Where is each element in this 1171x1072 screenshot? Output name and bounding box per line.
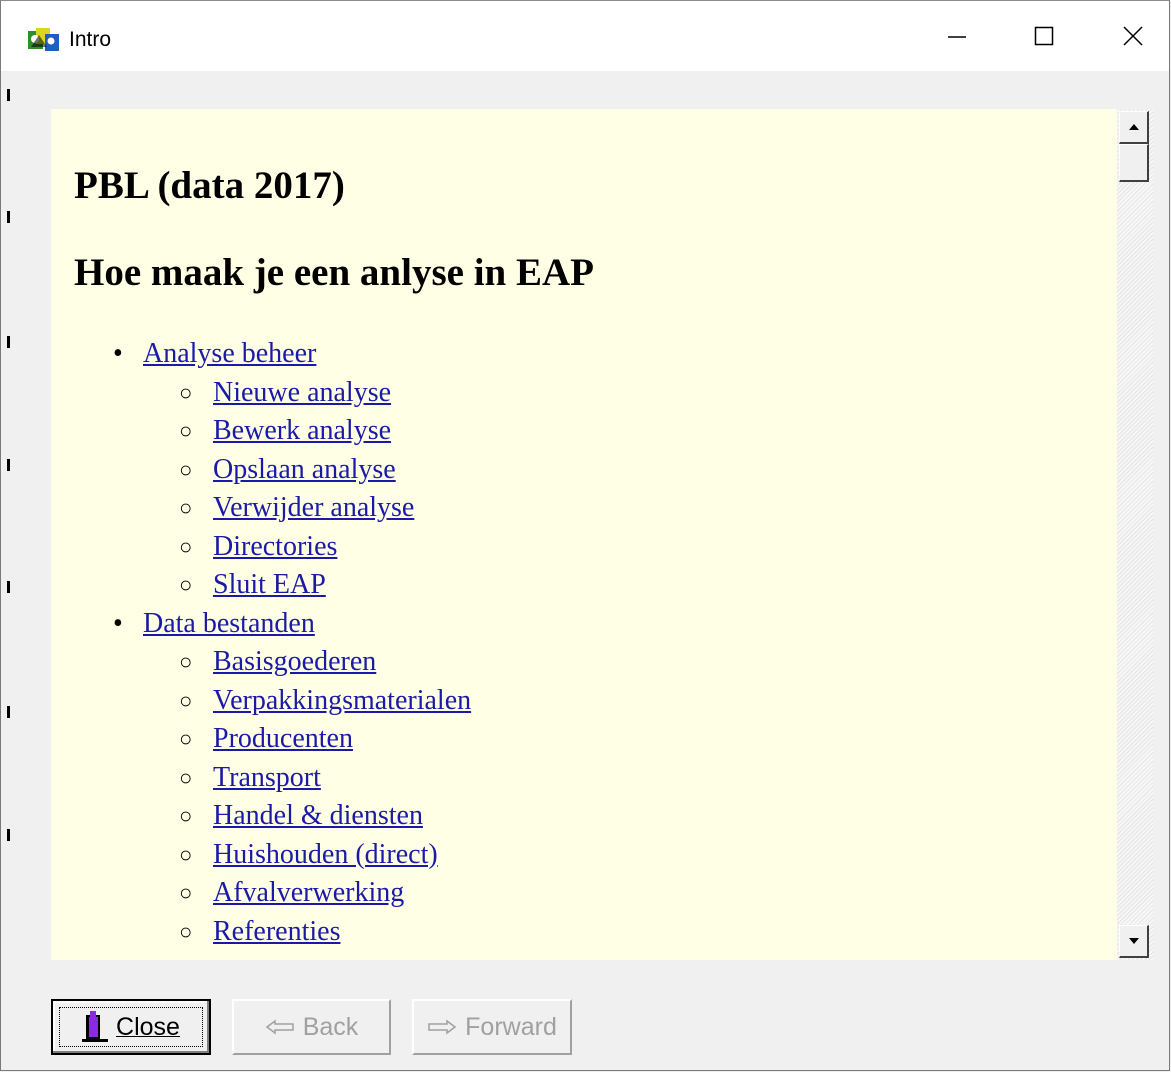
left-edge-markers bbox=[1, 71, 13, 1071]
bullet-circle-icon: ○ bbox=[179, 533, 193, 559]
minimize-icon bbox=[948, 36, 966, 38]
arrow-left-icon bbox=[265, 1019, 294, 1035]
toc-item: ○ Nieuwe analyse bbox=[51, 374, 471, 413]
bullet-circle-icon: ○ bbox=[179, 764, 193, 790]
toc-link[interactable]: Sluit EAP bbox=[213, 569, 326, 600]
toc-link[interactable]: Producenten bbox=[213, 723, 353, 754]
toc-link[interactable]: Referenties bbox=[213, 916, 341, 947]
bullet-circle-icon: ○ bbox=[179, 418, 193, 443]
close-icon bbox=[1123, 26, 1143, 46]
window-title: Intro bbox=[69, 28, 112, 51]
toc-item: ○ Afvalverwerking bbox=[51, 874, 471, 913]
toc-item: ○ Opslaan analyse bbox=[51, 451, 471, 490]
arrow-up-icon bbox=[1128, 124, 1139, 130]
toc-link[interactable]: Nieuwe analyse bbox=[213, 377, 391, 408]
focus-rectangle bbox=[59, 1007, 203, 1047]
maximize-button[interactable] bbox=[1014, 11, 1074, 61]
toc-link[interactable]: Bewerk analyse bbox=[213, 415, 391, 446]
arrow-right-icon bbox=[428, 1019, 457, 1035]
toc-item: ○ Verwijder analyse bbox=[51, 489, 471, 528]
toc-item: ○ Transport bbox=[51, 759, 471, 798]
toc-link[interactable]: Opslaan analyse bbox=[213, 454, 396, 485]
scroll-thumb[interactable] bbox=[1119, 144, 1149, 182]
forward-button[interactable]: Forward bbox=[412, 999, 572, 1055]
toc-item: ○ Producenten bbox=[51, 720, 471, 759]
toc-item: ○ Verpakkingsmaterialen bbox=[51, 682, 471, 721]
table-of-contents: • Analyse beheer ○ Nieuwe analyse ○ Bewerk an… bbox=[51, 335, 471, 951]
back-button-label: Back bbox=[302, 1012, 359, 1041]
bullet-disc-icon: • bbox=[113, 607, 123, 639]
toc-item: ○ Huishouden (direct) bbox=[51, 836, 471, 875]
toc-link[interactable]: Transport bbox=[213, 762, 321, 793]
app-icon bbox=[28, 28, 59, 51]
bullet-circle-icon: ○ bbox=[179, 803, 193, 828]
close-window-button[interactable] bbox=[1103, 11, 1163, 61]
toc-item: • Analyse beheer bbox=[51, 335, 471, 374]
toc-link[interactable]: Analyse beheer bbox=[143, 338, 316, 369]
toc-link[interactable]: Verwijder analyse bbox=[213, 492, 414, 523]
title-bar[interactable]: Intro bbox=[1, 1, 1169, 71]
toc-item: ○ Bewerk analyse bbox=[51, 412, 471, 451]
bullet-circle-icon: ○ bbox=[179, 379, 193, 405]
toc-item: ○ Referenties bbox=[51, 913, 471, 952]
bullet-circle-icon: ○ bbox=[179, 456, 193, 482]
toc-item: ○ Directories bbox=[51, 528, 471, 567]
intro-window: Intro PBL (data 2017) Hoe maak je een an… bbox=[0, 0, 1170, 1071]
toc-link[interactable]: Huishouden (direct) bbox=[213, 839, 438, 870]
toc-link[interactable]: Verpakkingsmaterialen bbox=[213, 685, 471, 716]
toc-link[interactable]: Afvalverwerking bbox=[213, 877, 404, 908]
bullet-circle-icon: ○ bbox=[179, 726, 193, 751]
toc-link[interactable]: Handel & diensten bbox=[213, 800, 423, 831]
back-button[interactable]: Back bbox=[232, 999, 391, 1055]
scroll-up-button[interactable] bbox=[1119, 111, 1149, 144]
page-title: PBL (data 2017) bbox=[74, 164, 345, 207]
arrow-down-icon bbox=[1128, 938, 1139, 944]
bullet-circle-icon: ○ bbox=[179, 687, 193, 713]
bullet-circle-icon: ○ bbox=[179, 880, 193, 905]
toc-item: • Data bestanden bbox=[51, 605, 471, 644]
bullet-circle-icon: ○ bbox=[179, 495, 193, 520]
toc-link[interactable]: Data bestanden bbox=[143, 608, 315, 639]
scroll-down-button[interactable] bbox=[1119, 925, 1149, 958]
close-button[interactable]: Close bbox=[51, 999, 211, 1055]
toc-item: ○ Sluit EAP bbox=[51, 566, 471, 605]
maximize-icon bbox=[1034, 26, 1054, 46]
toc-link[interactable]: Directories bbox=[213, 531, 337, 562]
help-content-pane: PBL (data 2017) Hoe maak je een anlyse i… bbox=[51, 109, 1117, 960]
bullet-circle-icon: ○ bbox=[179, 841, 193, 867]
toc-item: ○ Handel & diensten bbox=[51, 797, 471, 836]
vertical-scrollbar[interactable] bbox=[1117, 109, 1153, 960]
forward-button-label: Forward bbox=[465, 1012, 557, 1041]
toc-item: ○ Basisgoederen bbox=[51, 643, 471, 682]
bullet-circle-icon: ○ bbox=[179, 572, 193, 597]
minimize-button[interactable] bbox=[927, 11, 987, 61]
page-subtitle: Hoe maak je een anlyse in EAP bbox=[74, 251, 594, 294]
bullet-disc-icon: • bbox=[113, 338, 123, 369]
bullet-circle-icon: ○ bbox=[179, 918, 193, 944]
toc-link[interactable]: Basisgoederen bbox=[213, 646, 376, 677]
bullet-circle-icon: ○ bbox=[179, 649, 193, 674]
